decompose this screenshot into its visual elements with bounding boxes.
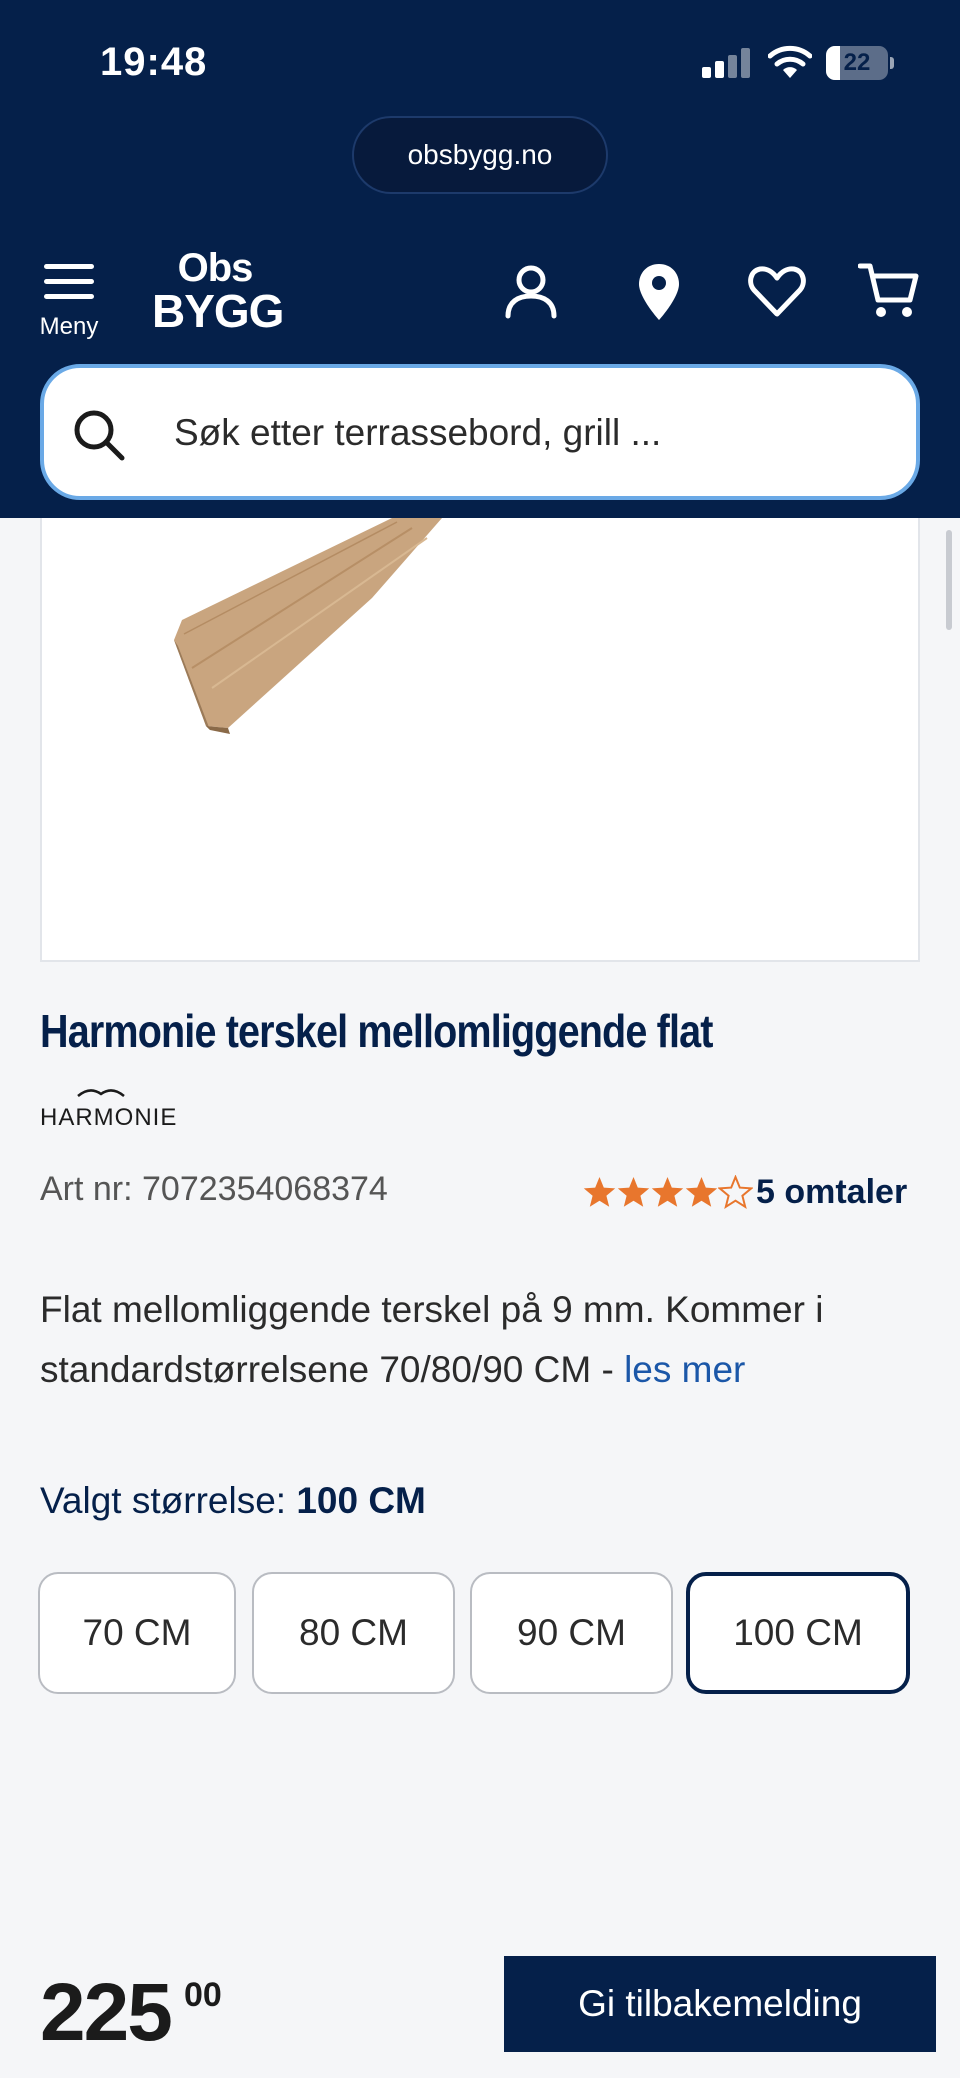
star-filled-icon [651,1176,684,1207]
feedback-button[interactable]: Gi tilbakemelding [504,1956,936,2052]
shopping-cart-icon[interactable] [858,260,920,322]
cellular-signal-icon [702,48,752,78]
review-count[interactable]: 5 omtaler [756,1173,907,1212]
selected-size-value: 100 CM [296,1480,426,1521]
search-input[interactable]: Søk etter terrassebord, grill ... [40,364,920,500]
product-price: 225 00 [40,1966,222,2066]
size-option-70[interactable]: 70 CM [38,1572,236,1694]
product-title: Harmonie terskel mellomliggende flat [40,1005,713,1057]
star-filled-icon [685,1176,718,1207]
size-option-80[interactable]: 80 CM [252,1572,455,1694]
menu-button[interactable]: Meny [36,258,102,344]
article-number: Art nr: 7072354068374 [40,1170,388,1208]
search-icon [74,410,125,461]
status-time: 19:48 [100,40,208,84]
threshold-strip-image [174,518,442,734]
scroll-indicator [946,530,952,630]
product-image[interactable] [40,518,920,962]
star-empty-icon [718,1174,753,1209]
price-main: 225 [40,1967,173,2058]
harmonie-wing-icon [77,1089,125,1097]
obs-bygg-logo[interactable]: Obs BYGG [152,248,284,336]
wifi-icon [768,45,812,78]
battery-level: 22 [843,49,871,76]
read-more-link[interactable]: les mer [624,1349,745,1390]
favorites-heart-icon[interactable] [746,260,808,322]
star-filled-icon [617,1176,650,1207]
menu-label: Meny [39,313,99,340]
size-option-100[interactable]: 100 CM [686,1572,910,1694]
star-filled-icon [583,1176,616,1207]
product-rating[interactable]: 5 omtaler [582,1170,907,1214]
store-location-icon[interactable] [628,260,690,322]
account-icon[interactable] [500,260,562,322]
product-description: Flat mellomliggende terskel på 9 mm. Kom… [40,1289,824,1390]
selected-size-label: Valgt størrelse: 100 CM [40,1480,426,1521]
search-placeholder: Søk etter terrassebord, grill ... [174,412,662,453]
browser-url-bar[interactable]: obsbygg.no [352,116,608,194]
brand-logo[interactable]: HARMONIE [40,1086,176,1131]
battery-icon: 22 [826,46,894,80]
price-decimals: 00 [184,1976,222,2014]
site-header: 19:48 22 obsbygg.no Meny Obs BYGG Søk et… [0,0,960,518]
size-option-90[interactable]: 90 CM [470,1572,673,1694]
